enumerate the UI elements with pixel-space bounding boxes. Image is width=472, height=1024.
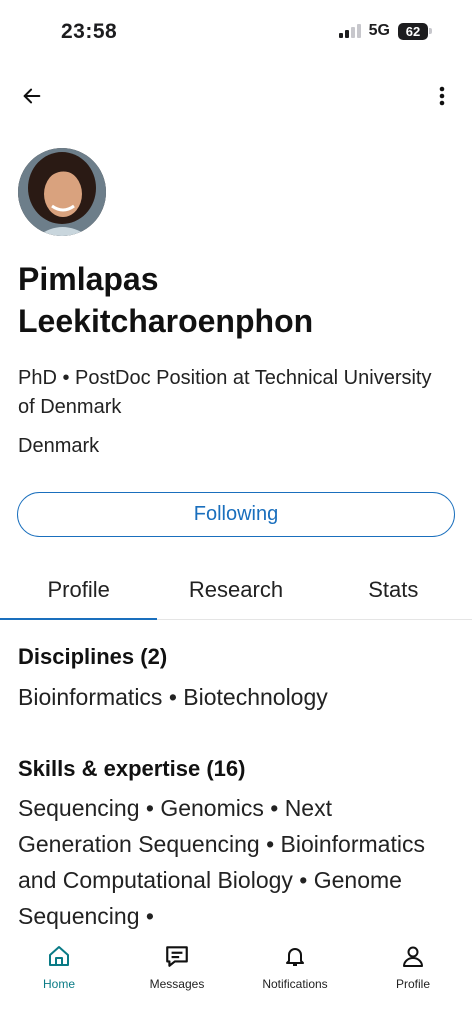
back-button[interactable] <box>14 76 50 116</box>
disciplines-title: Disciplines (2) <box>18 644 168 669</box>
nav-notifications[interactable]: Notifications <box>236 932 354 1024</box>
battery-level: 62 <box>398 22 428 40</box>
profile-tabs: Profile Research Stats <box>0 560 472 620</box>
nav-home[interactable]: Home <box>0 932 118 1024</box>
more-vertical-icon <box>439 86 445 106</box>
nav-notifications-label: Notifications <box>262 977 328 991</box>
skills-list: Sequencing • Genomics • Next Generation … <box>18 795 425 929</box>
nav-home-label: Home <box>42 977 75 991</box>
tab-research[interactable]: Research <box>157 560 314 619</box>
more-options-button[interactable] <box>430 76 454 116</box>
tab-profile[interactable]: Profile <box>0 560 158 620</box>
arrow-left-icon <box>23 88 41 104</box>
profile-name: Pimlapas Leekitcharoenphon <box>18 261 314 339</box>
person-icon <box>399 942 427 970</box>
nav-messages[interactable]: Messages <box>118 932 236 1024</box>
nav-profile-label: Profile <box>395 977 430 991</box>
battery-icon: 62 <box>398 22 432 40</box>
bottom-nav: Home Messages Notifications Profile <box>0 932 472 1024</box>
nav-profile[interactable]: Profile <box>354 932 472 1024</box>
avatar <box>18 148 106 236</box>
nav-messages-label: Messages <box>149 977 205 991</box>
status-bar: 23:58 5G 62 <box>0 0 472 64</box>
profile-location: Denmark <box>18 435 100 457</box>
skills-title: Skills & expertise (16) <box>18 756 246 781</box>
disciplines-list: Bioinformatics • Biotechnology <box>18 684 328 710</box>
following-button[interactable]: Following <box>17 492 455 537</box>
signal-icon <box>338 24 361 38</box>
profile-headline: PhD • PostDoc Position at Technical Univ… <box>18 367 432 418</box>
home-icon <box>45 942 73 970</box>
tab-stats[interactable]: Stats <box>315 560 472 619</box>
top-nav <box>0 76 472 116</box>
status-indicators: 5G 62 <box>338 22 432 40</box>
network-label: 5G <box>368 22 390 39</box>
bell-icon <box>281 942 309 970</box>
status-time: 23:58 <box>61 20 118 43</box>
messages-icon <box>163 942 191 970</box>
